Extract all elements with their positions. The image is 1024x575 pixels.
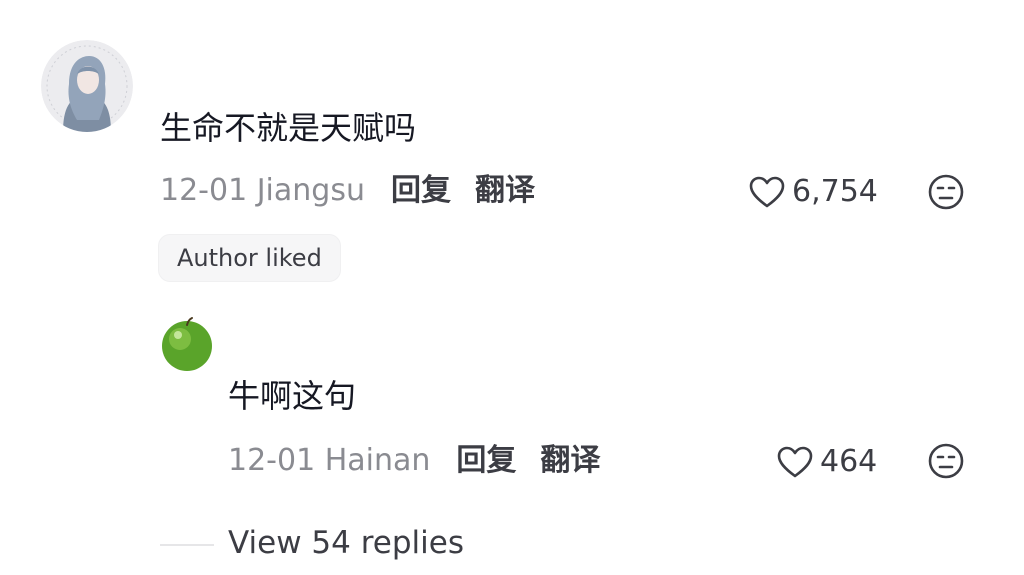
reply-like-button[interactable]: 464 [776, 445, 877, 479]
heart-outline-icon [749, 176, 785, 208]
heart-outline-icon [777, 446, 813, 478]
reply-dislike-button[interactable] [927, 442, 965, 484]
green-apple-avatar-image [158, 315, 216, 373]
meh-face-icon [928, 443, 964, 479]
reply-date-location: 12-01 Hainan [228, 443, 431, 478]
comment-date-location: 12-01 Jiangsu [160, 173, 365, 208]
comment-like-button[interactable]: 6,754 [748, 175, 878, 209]
comment-like-count: 6,754 [792, 174, 878, 209]
comment-meta: 12-01 Jiangsu 回复 翻译 [160, 176, 535, 206]
reply-button[interactable]: 回复 [391, 176, 451, 206]
reply-text: 牛啊这句 [228, 377, 357, 415]
view-replies-button[interactable]: View 54 replies [228, 528, 464, 559]
replier-avatar[interactable] [158, 315, 216, 373]
reply-meta: 12-01 Hainan 回复 翻译 [228, 446, 600, 476]
reply-translate-button[interactable]: 翻译 [540, 446, 600, 476]
comment-text: 生命不就是天赋吗 [160, 109, 417, 147]
reply-reply-button[interactable]: 回复 [456, 446, 516, 476]
meh-face-icon [928, 174, 964, 210]
replies-divider [160, 544, 214, 546]
author-liked-badge: Author liked [158, 234, 341, 282]
reply-like-count: 464 [820, 444, 878, 479]
avatar-image [41, 40, 133, 132]
translate-button[interactable]: 翻译 [475, 176, 535, 206]
comment-dislike-button[interactable] [927, 173, 965, 215]
commenter-avatar[interactable] [41, 40, 133, 132]
